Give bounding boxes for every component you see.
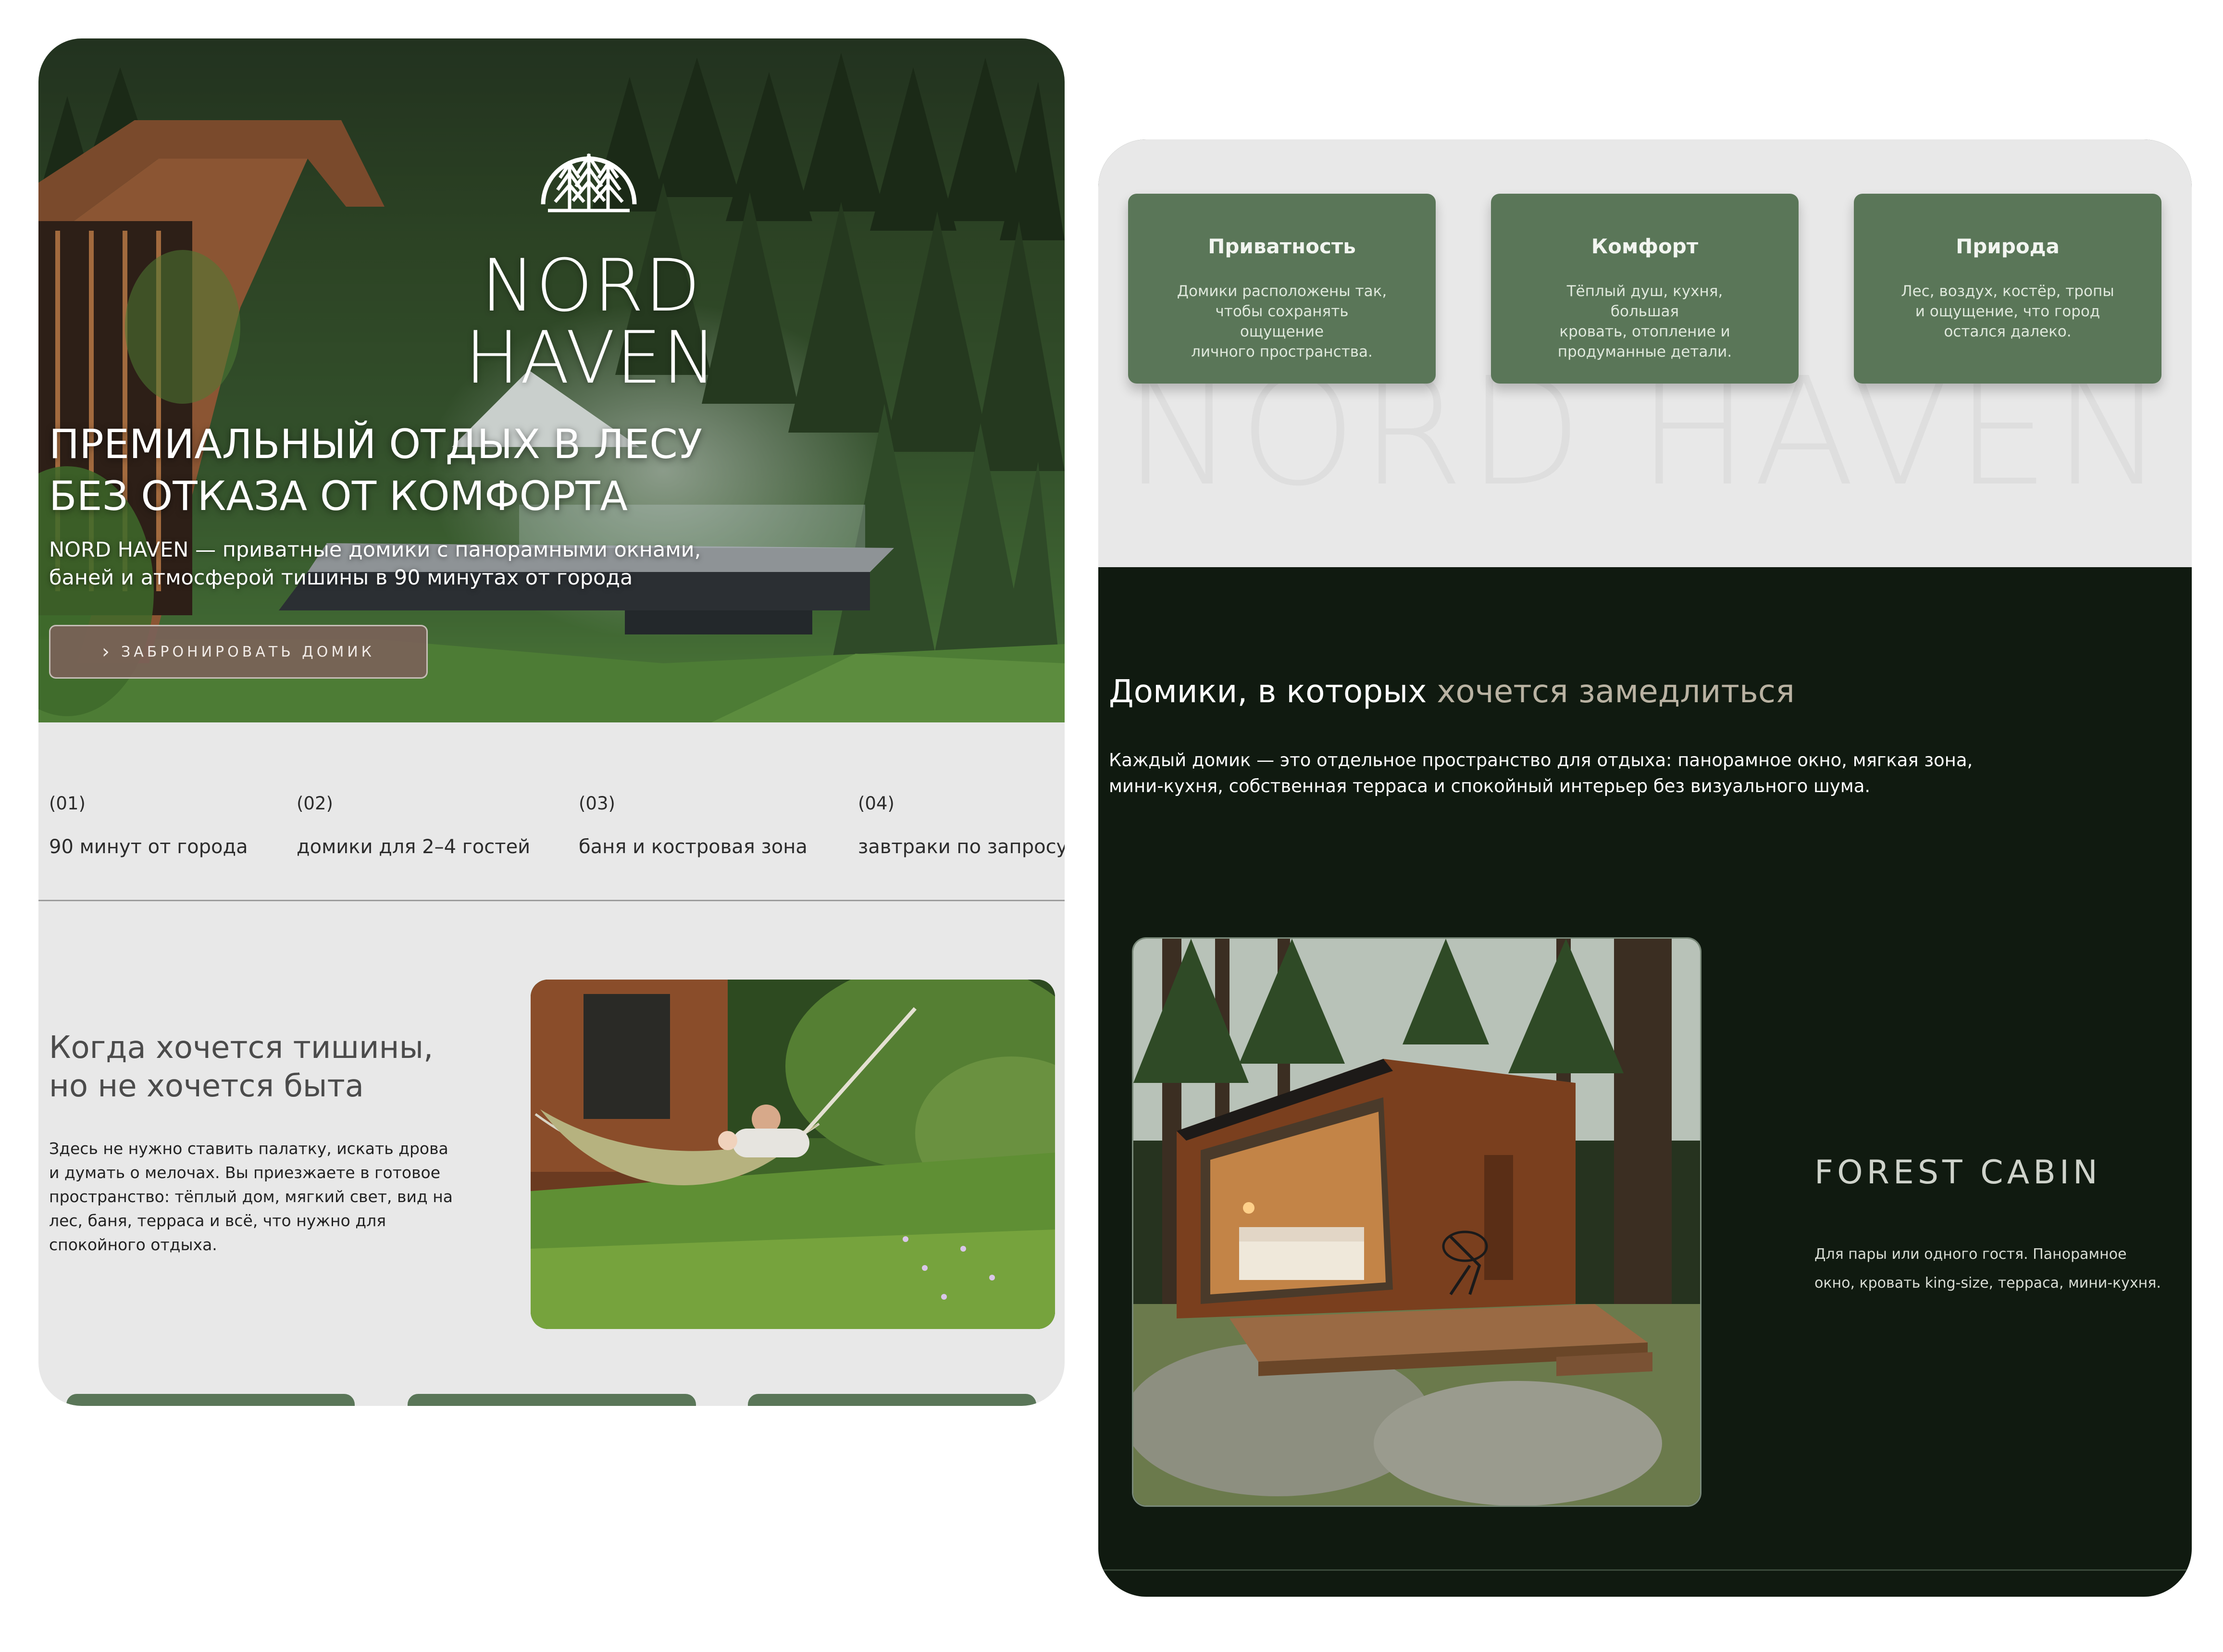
card-stub (66, 1394, 355, 1406)
section-divider (1098, 1569, 2192, 1571)
brand-logo: NORD HAVEN (465, 244, 718, 400)
hammock-photo (531, 980, 1055, 1329)
feature-item: (04) завтраки по запросу (858, 793, 1065, 858)
feature-text: завтраки по запросу (858, 836, 1065, 858)
value-card-comfort: Комфорт Тёплый душ, кухня, большая крова… (1491, 194, 1799, 384)
value-card-title: Приватность (1208, 235, 1356, 258)
feature-item: (02) домики для 2–4 гостей (297, 793, 530, 858)
feature-text: домики для 2–4 гостей (297, 836, 531, 858)
cabin-description: Для пары или одного гостя. Панорамное ок… (1814, 1240, 2170, 1298)
value-card-text: Домики расположены так, чтобы сохранять … (1177, 283, 1387, 360)
value-card-privacy: Приватность Домики расположены так, чтоб… (1128, 194, 1436, 384)
hero-title: ПРЕМИАЛЬНЫЙ ОТДЫХ В ЛЕСУ БЕЗ ОТКАЗА ОТ К… (49, 418, 818, 522)
feature-item: (01) 90 минут от города (49, 793, 248, 858)
cabins-heading-accent: хочется замедлиться (1437, 673, 1795, 710)
hero-subtitle-line2: баней и атмосферой тишины в 90 минутах о… (49, 566, 633, 590)
hero-title-line2: БЕЗ ОТКАЗА ОТ КОМФОРТА (49, 472, 628, 520)
tree-logo-icon (538, 125, 639, 245)
hero-subtitle-line1: NORD HAVEN — приватные домики с панорамн… (49, 538, 701, 562)
forest-cabin-photo (1132, 937, 1701, 1507)
cabin-name: FOREST CABIN (1814, 1154, 2101, 1192)
value-card-title: Природа (1956, 235, 2060, 258)
cabins-desc-line1: Каждый домик — это отдельное пространств… (1109, 750, 1973, 770)
quiet-text-line: Здесь не нужно ставить палатку, искать д… (49, 1139, 448, 1158)
cabins-heading: Домики, в которых хочется замедлиться (1109, 673, 2070, 710)
hero-section: NORD HAVEN ПРЕМИАЛЬНЫЙ ОТДЫХ В ЛЕСУ БЕЗ … (38, 38, 1065, 722)
cabins-desc-line2: мини-кухня, собственная терраса и спокой… (1109, 776, 1871, 796)
value-card-text: Лес, воздух, костёр, тропы и ощущение, ч… (1901, 283, 2114, 340)
value-card-text: Тёплый душ, кухня, большая кровать, отоп… (1557, 283, 1732, 360)
cabins-description: Каждый домик — это отдельное пространств… (1109, 747, 1974, 799)
cabin-desc-line1: Для пары или одного гостя. Панорамное (1814, 1246, 2127, 1263)
feature-number: (02) (297, 793, 333, 814)
details-page-preview: NORD HAVEN Приватность Домики расположен… (1098, 139, 2192, 1597)
section-divider (38, 900, 1065, 901)
feature-number: (01) (49, 793, 86, 814)
hero-title-line1: ПРЕМИАЛЬНЫЙ ОТДЫХ В ЛЕСУ (49, 421, 703, 468)
value-card-title: Комфорт (1591, 235, 1699, 258)
card-stub (748, 1394, 1036, 1406)
cabin-desc-line2: окно, кровать king-size, терраса, мини-к… (1814, 1275, 2161, 1292)
feature-number: (04) (858, 793, 894, 814)
hero-subtitle: NORD HAVEN — приватные домики с панорамн… (49, 536, 770, 592)
quiet-section-text: Здесь не нужно ставить палатку, искать д… (49, 1137, 462, 1257)
quiet-text-line: пространство: тёплый дом, мягкий свет, в… (49, 1187, 453, 1206)
feature-text: 90 минут от города (49, 836, 248, 858)
value-card-nature: Природа Лес, воздух, костёр, тропы и ощу… (1854, 194, 2161, 384)
card-stub (408, 1394, 696, 1406)
book-cabin-button-label: ЗАБРОНИРОВАТЬ ДОМИК (121, 643, 375, 660)
feature-text: баня и костровая зона (579, 836, 807, 858)
quiet-title-line1: Когда хочется тишины, (49, 1030, 434, 1066)
feature-item: (03) баня и костровая зона (579, 793, 807, 858)
chevron-right-icon: › (102, 641, 110, 663)
landing-page-preview: NORD HAVEN ПРЕМИАЛЬНЫЙ ОТДЫХ В ЛЕСУ БЕЗ … (38, 38, 1065, 1406)
quiet-section-title: Когда хочется тишины, но не хочется быта (49, 1029, 530, 1105)
quiet-text-line: и думать о мелочах. Вы приезжаете в гото… (49, 1163, 441, 1182)
values-section: NORD HAVEN Приватность Домики расположен… (1098, 139, 2192, 567)
quiet-text-line: лес, баня, терраса и всё, что нужно для (49, 1211, 386, 1230)
cabins-heading-main: Домики, в которых (1109, 673, 1437, 710)
book-cabin-button[interactable]: › ЗАБРОНИРОВАТЬ ДОМИК (49, 625, 428, 679)
feature-number: (03) (579, 793, 615, 814)
quiet-text-line: спокойного отдыха. (49, 1235, 217, 1254)
quiet-title-line2: но не хочется быта (49, 1068, 364, 1104)
